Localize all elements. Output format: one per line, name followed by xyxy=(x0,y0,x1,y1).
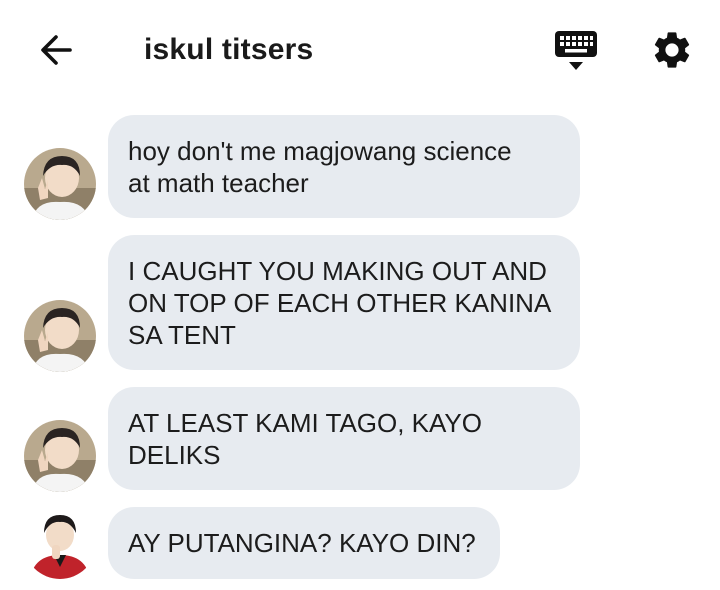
keyboard-button[interactable] xyxy=(553,28,599,74)
avatar[interactable] xyxy=(24,300,96,372)
settings-button[interactable] xyxy=(650,28,694,72)
keyboard-icon xyxy=(555,31,597,70)
avatar[interactable] xyxy=(24,507,96,579)
chat-header: iskul titsers xyxy=(0,0,720,100)
back-button[interactable] xyxy=(36,30,76,70)
avatar-photo xyxy=(24,420,96,492)
message-bubble: AT LEAST KAMI TAGO, KAYO DELIKS xyxy=(108,387,580,490)
avatar-photo xyxy=(24,300,96,372)
avatar-photo xyxy=(24,148,96,220)
message-bubble: I CAUGHT YOU MAKING OUT AND ON TOP OF EA… xyxy=(108,235,580,370)
avatar[interactable] xyxy=(24,148,96,220)
message-bubble: hoy don't me magjowang science at math t… xyxy=(108,115,580,218)
message-bubble: AY PUTANGINA? KAYO DIN? xyxy=(108,507,500,579)
gear-icon xyxy=(654,32,690,68)
chat-title: iskul titsers xyxy=(144,33,314,66)
avatar[interactable] xyxy=(24,420,96,492)
avatar-photo xyxy=(24,507,96,579)
arrow-left-icon xyxy=(41,35,72,65)
